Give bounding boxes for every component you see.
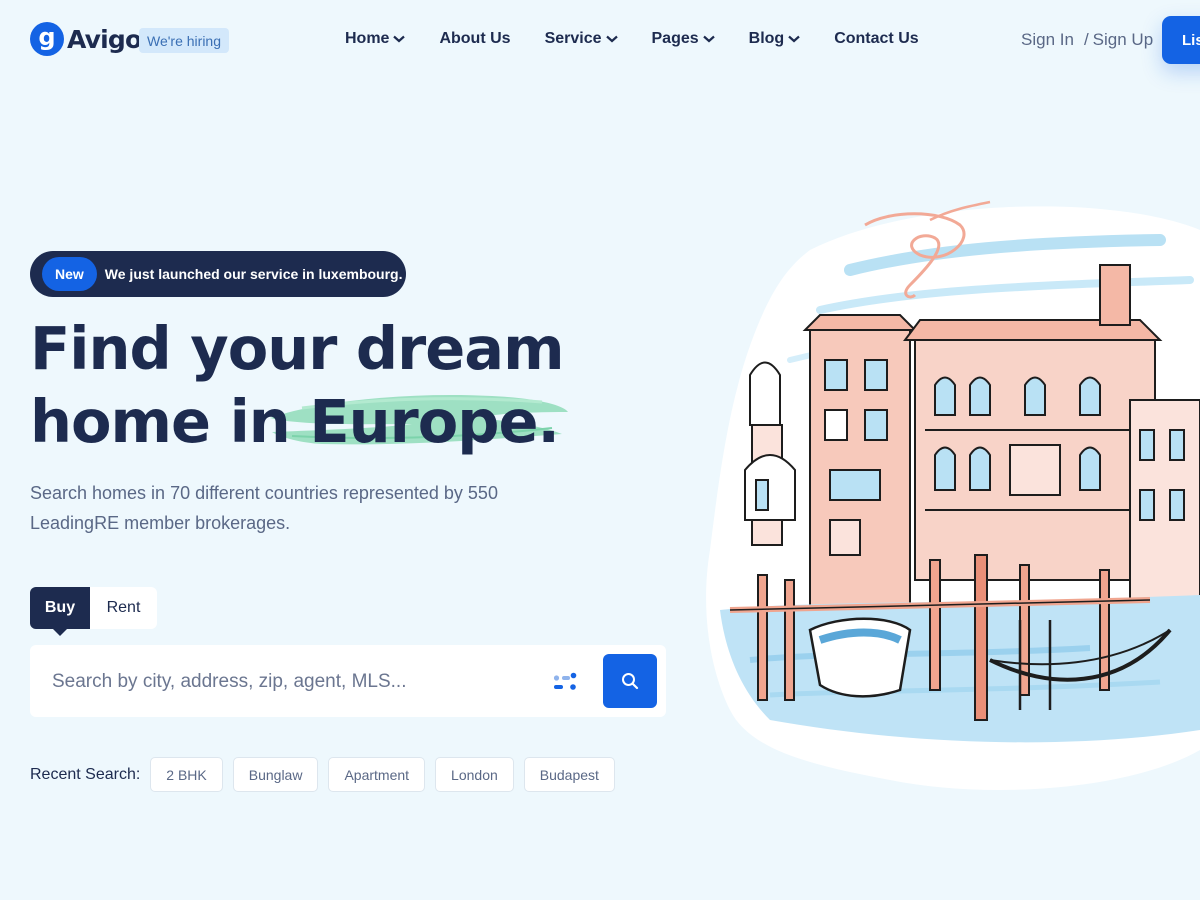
hiring-badge[interactable]: We're hiring (139, 28, 229, 53)
search-icon (622, 673, 639, 690)
nav-item-about[interactable]: About Us (439, 30, 510, 48)
nav-label: Home (345, 30, 390, 47)
nav-label: Pages (651, 30, 699, 47)
announcement-banner[interactable]: New We just launched our service in luxe… (30, 251, 406, 297)
logo-text: Avigo (67, 24, 142, 54)
main-nav: Home About Us Service Pages Blog Contact… (345, 30, 953, 48)
chevron-down-icon (702, 35, 715, 43)
sign-in-link[interactable]: Sign In (1021, 30, 1074, 50)
chevron-down-icon (788, 35, 800, 43)
recent-searches: Recent Search: 2 BHK Bunglaw Apartment L… (30, 757, 625, 792)
nav-item-service[interactable]: Service (545, 30, 618, 48)
nav-label: About Us (439, 30, 511, 47)
nav-label: Blog (748, 30, 785, 47)
nav-item-pages[interactable]: Pages (652, 30, 715, 48)
search-input[interactable] (52, 667, 532, 697)
recent-search-chip[interactable]: 2 BHK (150, 757, 223, 792)
announcement-text: We just launched our service in luxembou… (104, 266, 403, 282)
nav-label: Contact Us (834, 30, 919, 47)
hero-title-line-2: home in Europe. (30, 387, 560, 456)
hero-description: Search homes in 70 different countries r… (30, 483, 498, 533)
filter-icon[interactable] (553, 671, 579, 693)
nav-label: Service (544, 30, 602, 47)
chevron-down-icon (393, 35, 406, 43)
logo[interactable]: g Avigo (30, 22, 142, 56)
auth-links: Sign In / Sign Up (1021, 30, 1153, 50)
logo-mark-icon: g (30, 22, 64, 56)
venice-illustration (706, 200, 1200, 791)
hero-title: Find your dream home in Europe. (30, 312, 650, 458)
chevron-down-icon (605, 35, 618, 43)
hero-title-line-1: Find your dream (30, 314, 565, 383)
new-badge: New (42, 257, 97, 291)
nav-item-blog[interactable]: Blog (749, 30, 801, 48)
nav-item-home[interactable]: Home (345, 30, 406, 48)
recent-search-chip[interactable]: Bunglaw (232, 757, 319, 792)
site-header: g Avigo We're hiring Home About Us Servi… (0, 0, 1200, 80)
sign-up-link[interactable]: Sign Up (1093, 30, 1153, 50)
tab-buy[interactable]: Buy (30, 587, 90, 636)
nav-item-contact[interactable]: Contact Us (834, 30, 918, 48)
recent-search-chip[interactable]: Apartment (328, 757, 426, 792)
listing-type-tabs: Buy Rent (30, 587, 157, 636)
recent-search-label: Recent Search: (30, 765, 141, 783)
list-property-button[interactable]: List (1162, 16, 1200, 64)
auth-separator: / (1083, 30, 1089, 49)
search-bar (30, 645, 666, 717)
tab-rent[interactable]: Rent (90, 587, 157, 629)
recent-search-chip[interactable]: London (435, 757, 514, 792)
recent-search-chip[interactable]: Budapest (523, 757, 615, 792)
search-button[interactable] (603, 654, 657, 708)
